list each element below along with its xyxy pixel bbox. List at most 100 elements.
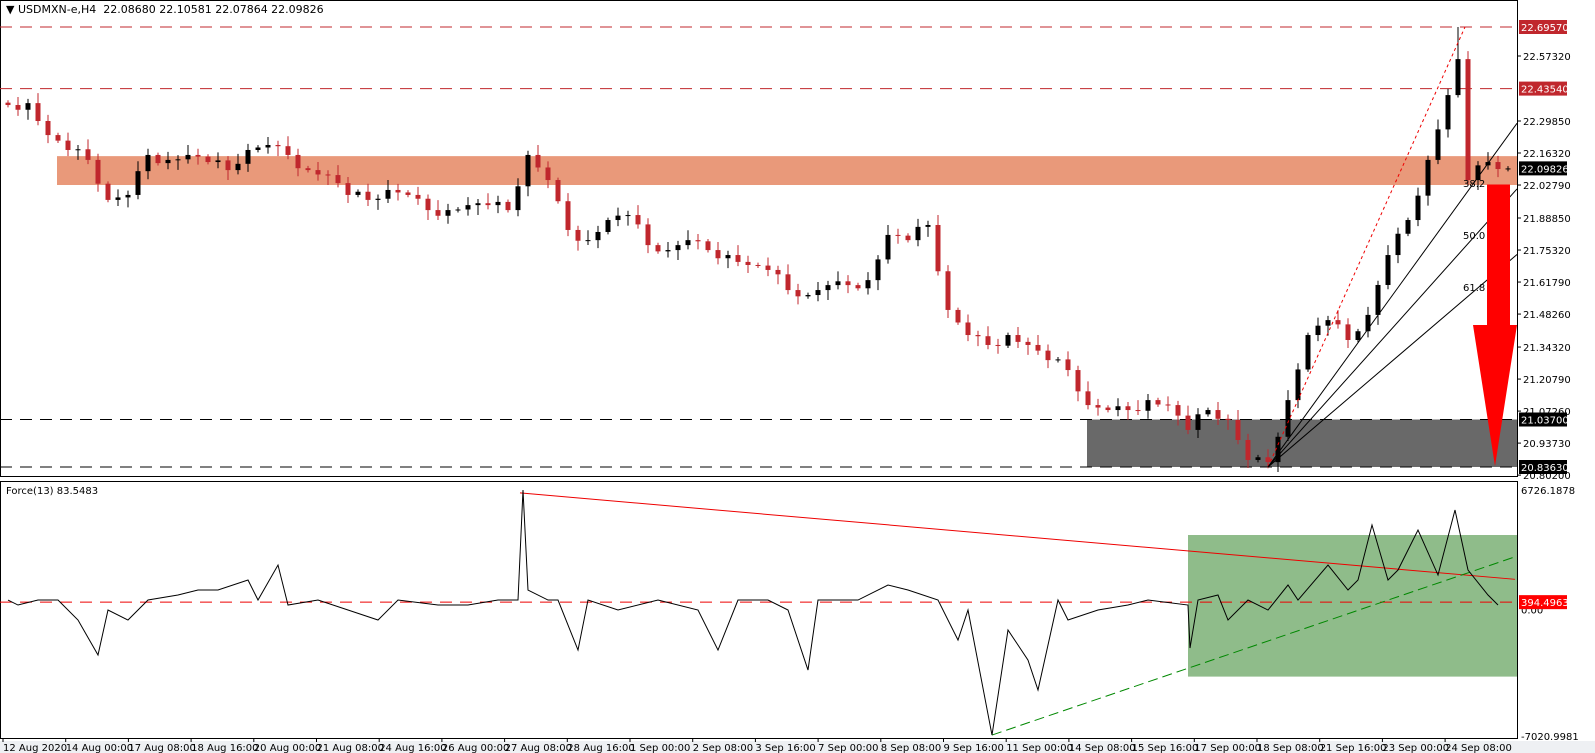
candle-body	[1045, 350, 1051, 361]
price-tick-label: 21.34320	[1523, 343, 1571, 354]
candle-body	[1395, 233, 1401, 256]
candle-body	[1315, 325, 1321, 336]
candle	[875, 255, 881, 291]
candle-body	[565, 201, 571, 230]
current-price-label: 22.09826	[1521, 164, 1569, 175]
candle-body	[835, 281, 841, 286]
candle	[1315, 317, 1321, 342]
candle	[15, 96, 21, 116]
candle-body	[275, 145, 281, 147]
candle	[715, 242, 721, 265]
candle-body	[5, 102, 11, 106]
candle	[1045, 344, 1051, 369]
time-label: 18 Sep 08:00	[1257, 743, 1324, 753]
candle-body	[65, 140, 71, 150]
price-tick-label: 22.57320	[1523, 52, 1571, 63]
candle-body	[1145, 400, 1151, 411]
fib-level-label: 50.0	[1463, 231, 1485, 242]
candle	[1185, 405, 1191, 435]
time-label: 15 Sep 16:00	[1132, 743, 1199, 753]
candle-body	[375, 198, 381, 200]
chart-window: 38.2 50.0 61.8 22.57320 22.29850 22.16320 22.0…	[0, 0, 1595, 753]
candle-body	[295, 154, 301, 169]
candle-body	[1105, 407, 1111, 411]
candle-body	[1325, 320, 1331, 326]
candle-body	[235, 163, 241, 171]
time-label: 24 Aug 16:00	[379, 743, 446, 753]
candle	[915, 218, 921, 247]
candle	[1145, 393, 1151, 419]
candle-body	[1115, 406, 1121, 411]
candle-body	[395, 189, 401, 193]
candle	[415, 186, 421, 205]
candle	[1205, 407, 1211, 417]
candle-body	[775, 269, 781, 275]
candle	[1125, 401, 1131, 420]
resistance-zone	[57, 156, 1517, 186]
force-bullish-zone	[1188, 535, 1517, 677]
chart-canvas[interactable]: 38.2 50.0 61.8 22.57320 22.29850 22.16320 22.0…	[0, 0, 1595, 753]
price-tick-label: 21.61790	[1523, 278, 1571, 289]
candle-body	[95, 159, 101, 184]
candle-body	[1455, 59, 1461, 96]
candle	[1285, 390, 1291, 442]
candle-body	[525, 154, 531, 187]
candle-body	[545, 167, 551, 181]
candle	[935, 215, 941, 276]
candle-body	[245, 149, 251, 164]
candle-body	[625, 215, 631, 217]
candle-body	[1345, 324, 1351, 340]
candle-body	[1215, 410, 1221, 419]
candle-body	[895, 234, 901, 236]
candle	[1095, 398, 1101, 416]
candle-body	[1155, 400, 1161, 405]
candle	[115, 189, 121, 207]
candle-body	[1495, 162, 1501, 170]
candle-body	[1035, 344, 1041, 351]
candle-body	[635, 215, 641, 225]
candle	[925, 220, 931, 237]
candle-body	[1065, 359, 1071, 371]
candle-body	[665, 250, 671, 252]
time-label: 23 Sep 00:00	[1382, 743, 1449, 753]
candle-body	[615, 215, 621, 221]
candle	[805, 292, 811, 299]
candle	[605, 217, 611, 235]
candle	[695, 233, 701, 250]
candle	[775, 265, 781, 285]
fib-fan-baseline	[1267, 26, 1466, 468]
candle-body	[765, 265, 771, 270]
force-level-label: 394.4963	[1521, 598, 1569, 609]
candle	[265, 136, 271, 154]
candle-body	[855, 285, 861, 289]
candle	[1015, 326, 1021, 349]
candle	[585, 230, 591, 245]
candle	[1295, 363, 1301, 409]
candle	[625, 210, 631, 226]
candle	[665, 242, 671, 258]
candle-body	[945, 271, 951, 310]
candle-body	[965, 322, 971, 336]
candle-body	[1435, 129, 1441, 160]
candle-body	[1335, 320, 1341, 325]
time-label: 17 Aug 08:00	[128, 743, 195, 753]
candle-body	[285, 146, 291, 155]
candle	[375, 194, 381, 210]
candle	[1385, 245, 1391, 290]
candle	[735, 245, 741, 267]
candle	[615, 207, 621, 227]
candle-body	[645, 224, 651, 246]
candle-body	[135, 171, 141, 195]
candle	[565, 193, 571, 237]
time-label: 12 Aug 2020	[3, 743, 67, 753]
candle	[1055, 357, 1061, 363]
time-label: 14 Sep 08:00	[1069, 743, 1136, 753]
candle	[5, 100, 11, 108]
candle-body	[315, 170, 321, 175]
candle-body	[585, 240, 591, 242]
candle-body	[985, 336, 991, 345]
collapse-triangle-icon[interactable]: ▼	[6, 3, 14, 16]
candle	[1155, 397, 1161, 407]
candle	[1235, 410, 1241, 445]
candle	[1075, 365, 1081, 402]
